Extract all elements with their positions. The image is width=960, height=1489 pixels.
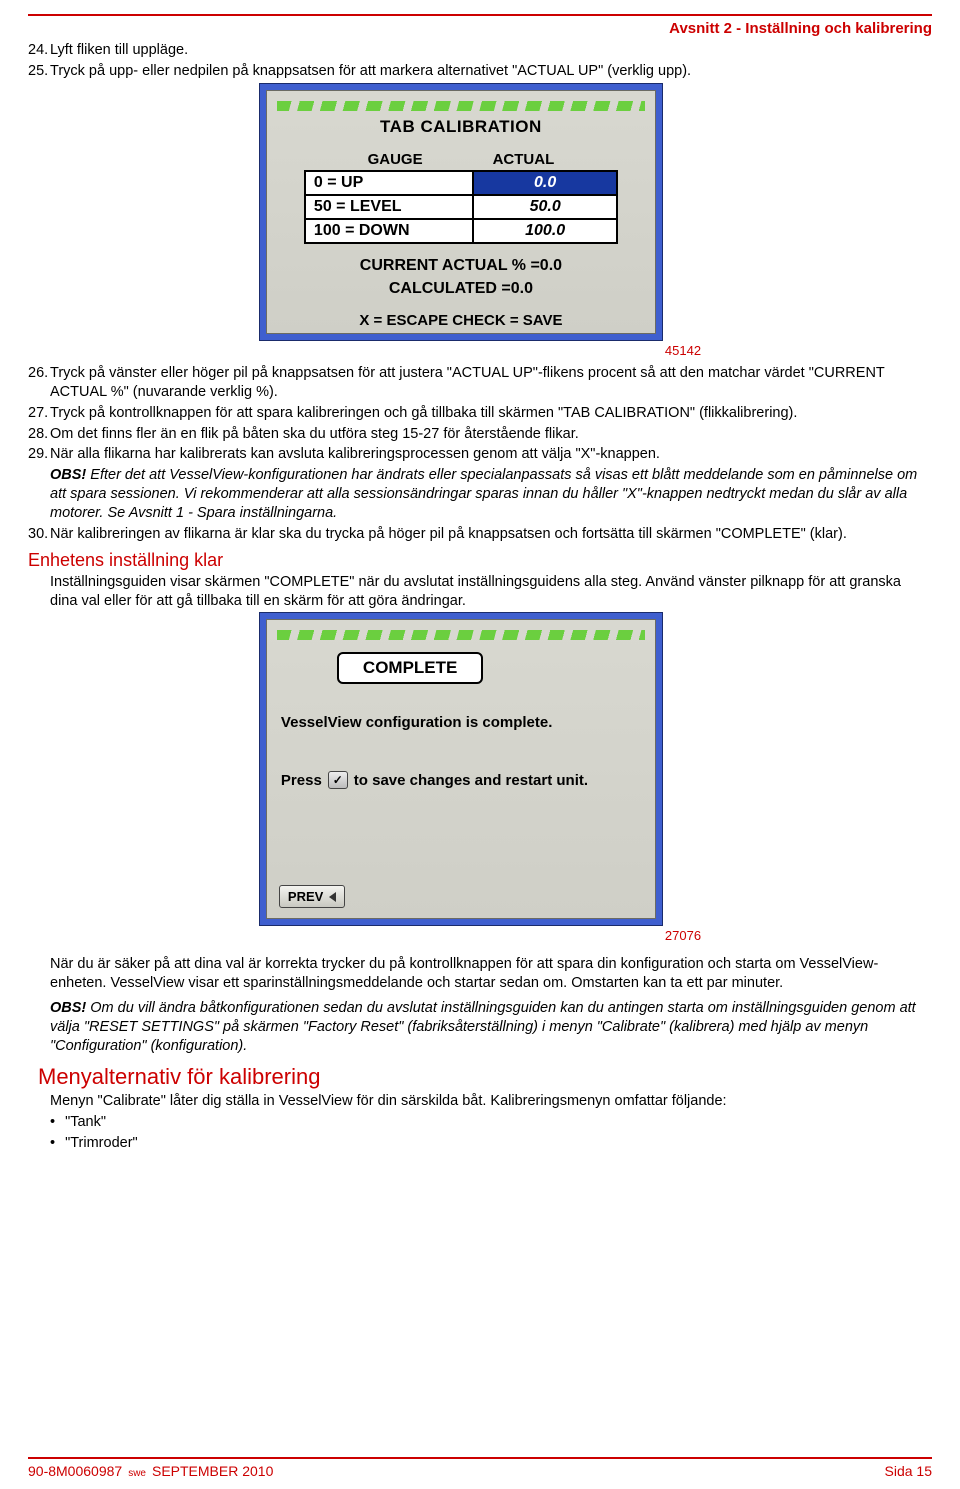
col-gauge: GAUGE	[368, 151, 423, 168]
step-num: 26.	[28, 364, 48, 383]
prev-button: PREV	[279, 885, 345, 908]
footer-docnum: 90-8M0060987	[28, 1463, 122, 1479]
bullet-list: "Tank" "Trimroder"	[50, 1112, 932, 1153]
para-after-complete: När du är säker på att dina val är korre…	[50, 955, 932, 993]
section-header: Avsnitt 2 - Inställning och kalibrering	[28, 20, 932, 37]
steps-list-b: 26.Tryck på vänster eller höger pil på k…	[28, 364, 932, 464]
lcd-grid: 0 = UP0.0 50 = LEVEL50.0 100 = DOWN100.0	[304, 170, 618, 244]
lcd-body-text: VesselView configuration is complete.	[281, 714, 655, 731]
row-left: 0 = UP	[305, 171, 473, 195]
arrow-left-icon	[329, 892, 336, 902]
steps-list-c: 30.När kalibreringen av flikarna är klar…	[28, 525, 932, 544]
step-num: 24.	[28, 41, 48, 60]
row-right-selected: 0.0	[473, 171, 617, 195]
heading-enhetens: Enhetens inställning klar	[28, 550, 932, 571]
note-block: OBS! Efter det att VesselView-konfigurat…	[50, 466, 932, 523]
lcd-footer: X = ESCAPE CHECK = SAVE	[267, 312, 655, 329]
lcd-current-actual: CURRENT ACTUAL % =0.0	[267, 254, 655, 277]
steps-list-a: 24.Lyft fliken till uppläge. 25.Tryck på…	[28, 41, 932, 81]
note-obs: OBS!	[50, 1000, 86, 1016]
check-icon: ✓	[328, 771, 348, 789]
row-left: 50 = LEVEL	[305, 195, 473, 219]
heading-menyalternativ: Menyalternativ för kalibrering	[38, 1064, 932, 1090]
row-right: 50.0	[473, 195, 617, 219]
lcd-press-label: Press	[281, 772, 322, 789]
step-num: 28.	[28, 425, 48, 444]
step-num: 30.	[28, 525, 48, 544]
note-block-2: OBS! Om du vill ändra båtkonfigurationen…	[50, 999, 932, 1056]
lcd-status-hatch	[277, 630, 645, 640]
figure-id: 45142	[665, 343, 701, 358]
col-actual: ACTUAL	[493, 151, 555, 168]
lcd-calculated: CALCULATED =0.0	[267, 277, 655, 300]
bullet-item: "Tank"	[50, 1112, 932, 1132]
step-text: Tryck på vänster eller höger pil på knap…	[50, 365, 885, 400]
page-footer: 90-8M0060987 swe SEPTEMBER 2010 Sida 15	[28, 1457, 932, 1479]
lcd-status-hatch	[277, 101, 645, 111]
step-num: 29.	[28, 445, 48, 464]
para-enhetens: Inställningsguiden visar skärmen "COMPLE…	[50, 573, 932, 611]
note-text: Om du vill ändra båtkonfigurationen seda…	[50, 1000, 916, 1054]
step-text: Tryck på upp- eller nedpilen på knappsat…	[50, 63, 691, 79]
lcd-press-after: to save changes and restart unit.	[354, 772, 588, 789]
step-num: 27.	[28, 404, 48, 423]
para-menyalt: Menyn "Calibrate" låter dig ställa in Ve…	[50, 1092, 932, 1111]
footer-page: Sida 15	[885, 1463, 932, 1479]
step-text: Tryck på kontrollknappen för att spara k…	[50, 405, 797, 421]
bullet-item: "Trimroder"	[50, 1133, 932, 1153]
step-text: Om det finns fler än en flik på båten sk…	[50, 426, 579, 442]
lcd-screen-complete: COMPLETE VesselView configuration is com…	[259, 612, 663, 926]
lcd-title-complete: COMPLETE	[337, 652, 483, 684]
step-text: Lyft fliken till uppläge.	[50, 42, 188, 58]
step-num: 25.	[28, 62, 48, 81]
note-obs: OBS!	[50, 467, 86, 483]
lcd-press-row: Press ✓ to save changes and restart unit…	[281, 771, 655, 789]
prev-button-label: PREV	[288, 889, 323, 904]
row-left: 100 = DOWN	[305, 219, 473, 243]
figure-id: 27076	[665, 928, 701, 943]
note-text: Efter det att VesselView-konfigurationen…	[50, 467, 917, 521]
lcd-title: TAB CALIBRATION	[267, 117, 655, 137]
footer-date: SEPTEMBER 2010	[152, 1463, 273, 1479]
step-text: När alla flikarna har kalibrerats kan av…	[50, 446, 660, 462]
row-right: 100.0	[473, 219, 617, 243]
lcd-screen-tab-calibration: TAB CALIBRATION GAUGE ACTUAL 0 = UP0.0 5…	[259, 83, 663, 341]
footer-lang: swe	[128, 1468, 146, 1479]
step-text: När kalibreringen av flikarna är klar sk…	[50, 526, 847, 542]
